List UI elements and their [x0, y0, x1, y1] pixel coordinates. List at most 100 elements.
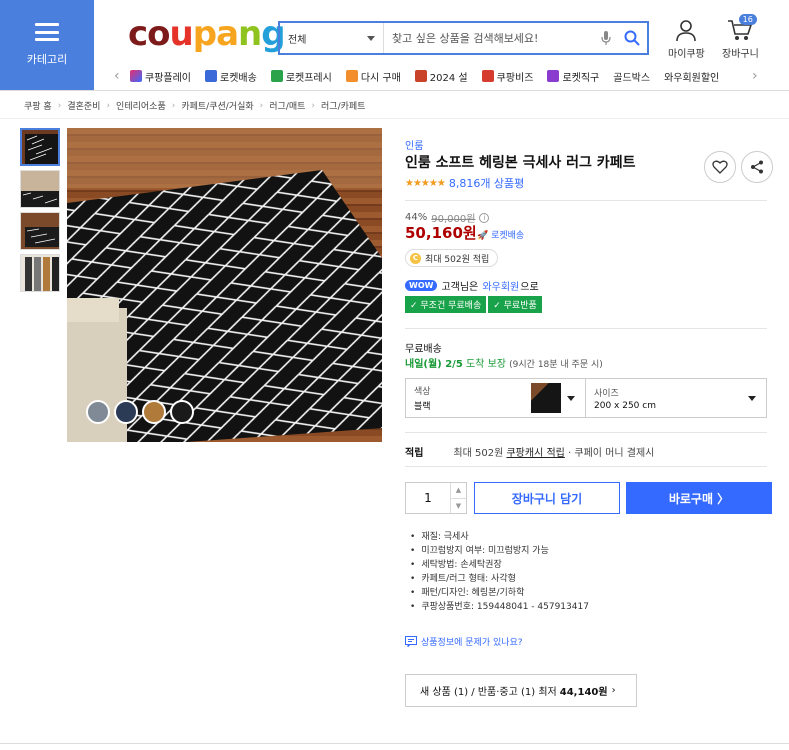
breadcrumb-item[interactable]: 러그/카페트 — [321, 99, 365, 112]
sale-price: 50,160원 — [405, 224, 477, 242]
thumbnail-list — [20, 128, 60, 292]
rocket-icon — [205, 70, 217, 82]
spec-list: 재질: 극세사 미끄럼방지 여부: 미끄럼방지 가능 세탁방법: 손세탁권장 카… — [410, 530, 589, 614]
category-label: 카테고리 — [26, 53, 68, 66]
rating[interactable]: ★★★★★ 8,816개 상품평 — [405, 175, 524, 191]
rocket-fresh-icon — [270, 70, 283, 82]
quantity-stepper[interactable]: 1 ▲ ▼ — [405, 482, 467, 514]
biz-icon — [481, 70, 494, 82]
mic-icon[interactable] — [595, 31, 617, 45]
chat-icon — [405, 636, 417, 647]
quick-link-biz[interactable]: 쿠팡비즈 — [481, 69, 533, 84]
search-scope-select[interactable]: 전체 — [280, 23, 384, 53]
quantity-down-icon[interactable]: ▼ — [451, 499, 466, 514]
quantity-up-icon[interactable]: ▲ — [451, 483, 466, 499]
divider — [405, 328, 767, 329]
quick-link-rocket[interactable]: 로켓배송 — [205, 69, 257, 84]
header-divider — [0, 90, 789, 91]
cart-count-badge: 16 — [738, 14, 757, 25]
mypage-button[interactable]: 마이쿠팡 — [668, 18, 705, 60]
swatch-black[interactable] — [170, 400, 194, 424]
category-menu-button[interactable]: 카테고리 — [0, 0, 94, 90]
cash-reward-link[interactable]: 쿠팡캐시 적립 — [506, 448, 564, 459]
thumbnail-2[interactable] — [20, 170, 60, 208]
coin-icon: C — [410, 252, 421, 264]
spec-item: 재질: 극세사 — [410, 530, 589, 544]
option-color-value: 블랙 — [414, 402, 431, 412]
add-to-cart-button[interactable]: 장바구니 담기 — [474, 482, 620, 514]
share-button[interactable] — [741, 151, 773, 183]
global-icon — [547, 70, 560, 82]
breadcrumb-item[interactable]: 러그/매트 — [269, 99, 305, 112]
coupang-logo[interactable]: coupang — [128, 14, 286, 54]
breadcrumb-divider — [0, 118, 789, 119]
wow-member-line: WOW 고객님은 와우회원 으로 — [405, 278, 539, 293]
spec-item: 패턴/디자인: 헤링본/기하학 — [410, 586, 589, 600]
option-size-select[interactable]: 사이즈 200 x 250 cm — [585, 378, 767, 418]
divider — [405, 466, 767, 467]
breadcrumb-sep-icon: › — [259, 100, 264, 111]
thumbnail-1[interactable] — [20, 128, 60, 166]
rocket-delivery-badge: 🚀 로켓배송 — [477, 231, 525, 241]
product-main-image[interactable] — [67, 128, 382, 442]
quick-next-arrow-icon[interactable]: › — [752, 68, 758, 84]
quick-link-wow[interactable]: 와우회원할인 — [664, 69, 719, 84]
quick-link-rocketfresh[interactable]: 로켓프레시 — [270, 69, 332, 84]
search-bar: 전체 — [278, 21, 649, 55]
wishlist-button[interactable] — [704, 151, 736, 183]
mypage-label: 마이쿠팡 — [668, 49, 705, 60]
option-color-select[interactable]: 색상 블랙 — [405, 378, 586, 418]
option-color-thumb — [531, 383, 561, 413]
shipping-title: 무료배송 — [405, 344, 442, 355]
quick-link-lunar-new-year[interactable]: 2024 설 — [414, 69, 468, 84]
thumbnail-3[interactable] — [20, 212, 60, 250]
spec-item: 미끄럼방지 여부: 미끄럼방지 가능 — [410, 544, 589, 558]
share-icon — [751, 160, 763, 174]
cart-label: 장바구니 — [722, 49, 759, 60]
reward-label: 적립 — [405, 448, 424, 459]
search-scope-value: 전체 — [288, 34, 307, 46]
breadcrumb-item[interactable]: 결혼준비 — [67, 99, 100, 112]
wow-member-link[interactable]: 와우회원 — [482, 278, 519, 293]
search-input[interactable] — [384, 23, 595, 53]
reward-value: 최대 502원 쿠팡캐시 적립 · 쿠페이 머니 결제시 — [453, 448, 655, 459]
breadcrumb-sep-icon: › — [311, 100, 316, 111]
breadcrumb-item[interactable]: 쿠팡 홈 — [24, 99, 52, 112]
breadcrumb: 쿠팡 홈 › 결혼준비 › 인테리어소품 › 카페트/쿠션/거실화 › 러그/매트 › 러… — [24, 99, 365, 113]
breadcrumb-sep-icon: › — [106, 100, 111, 111]
quick-prev-arrow-icon[interactable]: ‹ — [114, 68, 120, 84]
swatch-navy[interactable] — [114, 400, 138, 424]
chevron-down-icon — [748, 396, 756, 401]
info-icon[interactable]: i — [479, 212, 490, 223]
cart-button[interactable]: 16 장바구니 — [722, 14, 759, 60]
reward-row: 적립 최대 502원 쿠팡캐시 적립 · 쿠페이 머니 결제시 — [405, 444, 654, 459]
quick-link-coupangplay[interactable]: 쿠팡플레이 — [130, 69, 191, 84]
other-sellers-button[interactable]: 새 상품 (1) / 반품·중고 (1) 최저 44,140원 › — [405, 674, 637, 707]
option-size-label: 사이즈 — [594, 388, 619, 399]
quantity-value[interactable]: 1 — [406, 483, 450, 513]
thumbnail-4[interactable] — [20, 254, 60, 292]
other-sellers-price: 44,140원 — [559, 687, 608, 698]
chevron-down-icon — [367, 35, 375, 41]
quick-link-goldbox[interactable]: 골드박스 — [613, 69, 650, 84]
swatch-brown[interactable] — [142, 400, 166, 424]
breadcrumb-sep-icon: › — [57, 100, 62, 111]
product-title: 인룸 소프트 헤링본 극세사 러그 카페트 — [405, 155, 636, 171]
search-icon[interactable] — [617, 30, 647, 46]
report-issue-link[interactable]: 상품정보에 문제가 있나요? — [405, 635, 523, 648]
quick-links-bar: 쿠팡플레이 로켓배송 로켓프레시 다시 구매 2024 설 쿠팡비즈 로켓직구 … — [130, 66, 746, 86]
play-icon — [130, 70, 142, 82]
breadcrumb-item[interactable]: 인테리어소품 — [116, 99, 166, 112]
buy-now-button[interactable]: 바로구매 〉 — [626, 482, 772, 514]
free-return-badge: ✓ 무료반품 — [488, 296, 542, 313]
review-count[interactable]: 8,816개 상품평 — [449, 175, 524, 191]
quick-link-global[interactable]: 로켓직구 — [547, 69, 599, 84]
brand-link[interactable]: 인룸 — [405, 137, 423, 152]
divider — [405, 432, 767, 433]
breadcrumb-item[interactable]: 카페트/쿠션/거실화 — [181, 99, 253, 112]
shipping-date: 내일(월) 2/5 도착 보장 (9시간 18분 내 주문 시) — [405, 359, 603, 370]
user-icon — [676, 20, 697, 42]
quick-link-rebuy[interactable]: 다시 구매 — [345, 69, 401, 84]
swatch-gray[interactable] — [86, 400, 110, 424]
chevron-down-icon — [567, 396, 575, 401]
